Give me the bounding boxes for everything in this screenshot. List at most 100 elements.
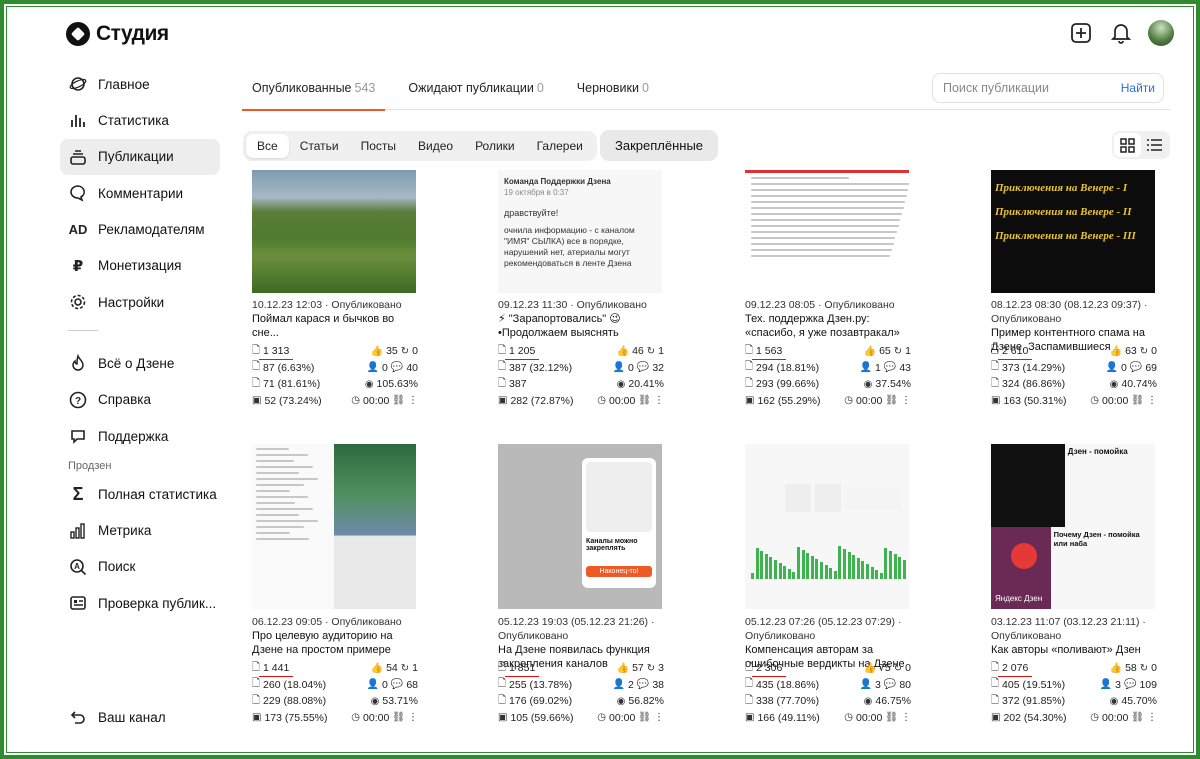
likes-count: 54 [386,662,398,675]
tab-drafts[interactable]: Черновики 0 [567,72,659,110]
sidebar-item-comments[interactable]: Комментарии [60,175,220,211]
sidebar-item-full-stats[interactable]: Σ Полная статистика [60,476,220,512]
subscribers-icon: 👤 [859,679,873,691]
sidebar-item-search[interactable]: A Поиск [60,549,220,585]
publication-title[interactable]: ⚡ "Зарапортовались" 😉 •Продолжаем выясня… [498,312,664,340]
comments-icon: 💬 [1129,362,1143,374]
search-input[interactable] [943,81,1103,95]
clock-icon: ◷ [844,712,854,724]
sidebar-item-monetization[interactable]: ₽ Монетизация [60,248,220,284]
comments-icon: 💬 [390,679,404,691]
pinned-filter-button[interactable]: Закреплённые [600,130,719,161]
publication-thumbnail[interactable]: Дзен - помойка Яндекс Дзен Почему Дзен - п… [991,444,1155,609]
views-icon: 🗋 [745,344,754,356]
comments-icon: 💬 [883,362,897,374]
more-icon[interactable]: ⋮ [901,712,911,723]
time-value: 00:00 [856,394,883,407]
comments-value: 43 [899,361,911,374]
publication-thumbnail[interactable] [745,444,909,609]
sidebar-item-metrika[interactable]: Метрика [60,513,220,549]
avatar[interactable] [1148,20,1174,46]
more-icon[interactable]: ⋮ [408,395,418,406]
publication-thumbnail[interactable]: Команда Поддержки Дзена 19 октября в 0:3… [498,170,662,293]
ctr-value: 46.75% [875,695,911,708]
sidebar-item-check-publication[interactable]: Проверка публик... [60,585,220,621]
search-box: Найти [932,73,1164,103]
ctr-icon: ◉ [616,695,626,707]
sidebar-item-advertisers[interactable]: AD Рекламодателям [60,212,220,248]
more-icon[interactable]: ⋮ [654,712,664,723]
tab-pending[interactable]: Ожидают публикации 0 [398,72,553,110]
sidebar-item-publications[interactable]: Публикации [60,138,220,175]
subscribers-icon: 👤 [612,362,626,374]
pin-popup-button: Наконец-то! [586,566,652,577]
filter-posts[interactable]: Посты [350,134,407,158]
publication-stats: 🗋 2 076 👍 58 ↻ 0 🗋 405 (19.51%) 👤 3 💬 109 🗋 372 (… [991,660,1157,726]
time-value: 00:00 [609,394,636,407]
readthrough-value: 162 (55.29%) [757,394,821,407]
publication-title[interactable]: Про целевую аудиторию на Дзене на просто… [252,629,418,657]
filter-articles[interactable]: Статьи [289,134,350,158]
time-value: 00:00 [856,711,883,724]
dzen-logo-text: Яндекс Дзен [995,594,1043,603]
publication-thumbnail[interactable] [252,170,416,293]
grid-view-button[interactable] [1114,133,1141,157]
publication-title[interactable]: Тех. поддержка Дзен.ру: «спасибо, я уже … [745,312,911,340]
publication-title[interactable]: Поймал карася и бычков во сне... [252,312,418,340]
filter-shorts[interactable]: Ролики [464,134,526,158]
more-icon[interactable]: ⋮ [654,395,664,406]
more-icon[interactable]: ⋮ [408,712,418,723]
chat-icon [68,426,88,446]
more-icon[interactable]: ⋮ [1147,712,1157,723]
sidebar-item-your-channel[interactable]: Ваш канал [60,699,220,735]
sidebar-item-settings[interactable]: Настройки [60,284,220,320]
views-count: 1 205 [505,345,540,360]
time-value: 00:00 [1102,394,1129,407]
tab-published[interactable]: Опубликованные 543 [242,72,386,111]
create-button[interactable] [1068,20,1094,46]
sidebar-item-about-dzen[interactable]: Всё о Дзене [60,345,220,381]
likes-count: 35 [386,345,398,358]
sidebar-item-main[interactable]: Главное [60,66,220,102]
opens-value: 294 (18.81%) [756,361,820,374]
open-icon: 🗋 [252,361,261,373]
filter-galleries[interactable]: Галереи [526,134,594,158]
subscribers-value: 0 [628,361,634,374]
comments-value: 32 [652,361,664,374]
publication-thumbnail[interactable] [745,170,909,293]
link-icon: ⛓ [392,395,405,407]
sidebar-item-label: Рекламодателям [98,222,205,238]
more-icon[interactable]: ⋮ [1147,395,1157,406]
ctr-icon: ◉ [863,695,873,707]
subscribers-value: 1 [875,361,881,374]
more-icon[interactable]: ⋮ [901,395,911,406]
views-count: 2 306 [752,662,787,677]
stack-icon [68,147,88,167]
subscribers-value: 0 [1121,361,1127,374]
filter-all[interactable]: Все [246,134,289,158]
your-channel-link[interactable]: Ваш канал [60,699,220,735]
sidebar-item-statistics[interactable]: Статистика [60,102,220,138]
publication-meta: 05.12.23 19:03 (05.12.23 21:26) · Опубли… [498,616,655,642]
publication-thumbnail[interactable]: Каналы можно закреплять Наконец-то! [498,444,662,609]
studio-logo[interactable]: Студия [66,22,169,46]
open-icon: 🗋 [252,678,261,690]
sidebar-item-label: Главное [98,76,150,92]
views-count: 1 563 [752,345,787,360]
subscribers-value: 3 [875,678,881,691]
publication-thumbnail[interactable]: Приключения на Венере - I Приключения на … [991,170,1155,293]
link-icon: ⛓ [1131,395,1144,407]
bell-icon [1111,24,1131,44]
sidebar-item-help[interactable]: ? Справка [60,382,220,418]
search-button[interactable]: Найти [1121,81,1155,95]
list-view-button[interactable] [1141,133,1168,157]
ctr-value: 105.63% [376,378,418,391]
filter-video[interactable]: Видео [407,134,464,158]
publication-thumbnail[interactable] [252,444,416,609]
like-icon: 👍 [616,345,630,357]
link-icon: ⛓ [638,712,651,724]
notifications-button[interactable] [1108,20,1134,46]
sidebar-item-support[interactable]: Поддержка [60,418,220,454]
tab-label: Ожидают публикации [408,81,534,95]
views-icon: 🗋 [991,344,1000,356]
